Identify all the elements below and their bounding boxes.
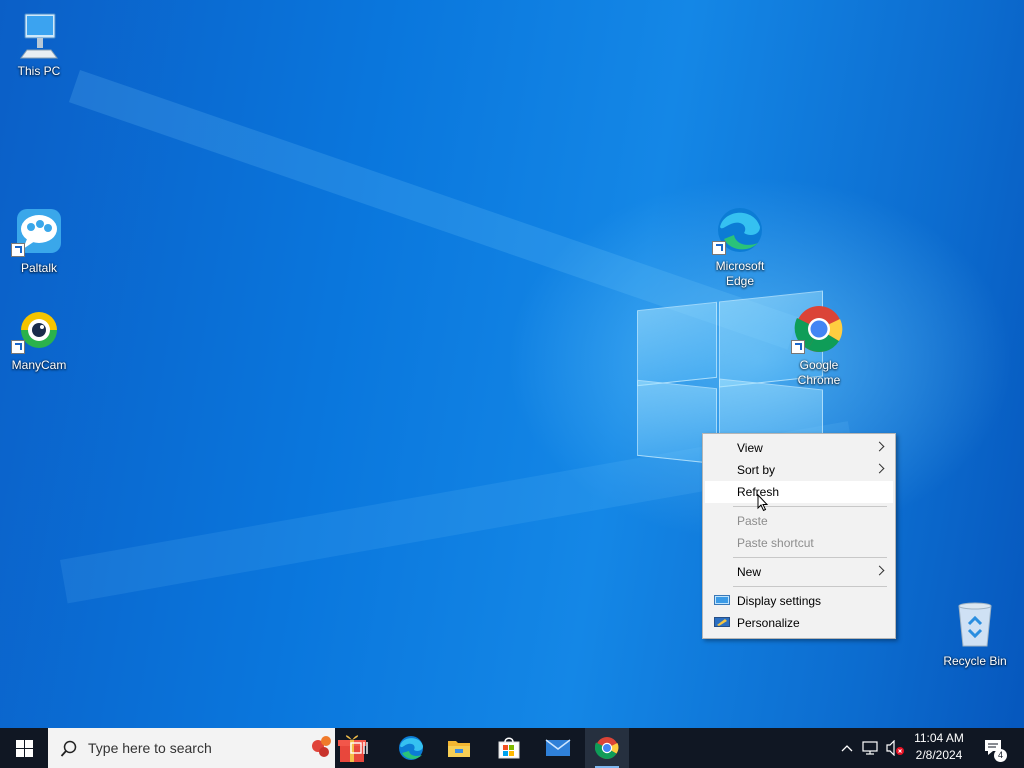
computer-icon xyxy=(13,10,65,62)
manycam-icon xyxy=(11,304,65,356)
desktop-icon-paltalk[interactable]: Paltalk xyxy=(1,207,77,276)
desktop[interactable]: This PC Paltalk ManyCam Microsoft Edge G… xyxy=(0,0,1024,728)
menu-item-label: New xyxy=(737,565,762,579)
search-placeholder: Type here to search xyxy=(88,740,212,756)
desktop-icon-label: ManyCam xyxy=(11,358,67,372)
clock-date: 2/8/2024 xyxy=(915,748,963,762)
paltalk-icon xyxy=(11,207,65,259)
menu-item-label: Personalize xyxy=(737,616,800,630)
desktop-icon-google-chrome[interactable]: Google Chrome xyxy=(781,304,857,388)
edge-icon xyxy=(712,205,766,257)
action-center-button[interactable]: 4 xyxy=(980,728,1008,768)
shortcut-arrow-icon xyxy=(712,241,726,255)
chevron-right-icon xyxy=(874,441,885,452)
search-icon xyxy=(60,740,77,757)
desktop-context-menu: View Sort by Refresh Paste Paste shortcu… xyxy=(702,433,896,639)
desktop-icon-label: Microsoft Edge xyxy=(715,259,765,288)
taskbar-app-edge[interactable] xyxy=(390,728,432,768)
menu-item-new[interactable]: New xyxy=(705,561,893,583)
task-view-button[interactable] xyxy=(340,728,380,768)
desktop-icon-this-pc[interactable]: This PC xyxy=(1,10,77,79)
notification-count-badge: 4 xyxy=(994,749,1007,762)
chevron-right-icon xyxy=(874,565,885,576)
menu-item-label: View xyxy=(737,441,763,455)
chrome-icon xyxy=(595,737,619,759)
menu-separator xyxy=(733,557,887,558)
chevron-up-icon xyxy=(841,745,853,752)
taskbar-app-store[interactable] xyxy=(488,728,530,768)
menu-item-sort-by[interactable]: Sort by xyxy=(705,459,893,481)
menu-item-label: Sort by xyxy=(737,463,776,477)
desktop-icon-microsoft-edge[interactable]: Microsoft Edge xyxy=(702,205,778,289)
show-hidden-icons-button[interactable] xyxy=(837,728,857,768)
menu-item-paste[interactable]: Paste xyxy=(705,510,893,532)
menu-item-personalize[interactable]: Personalize xyxy=(705,612,893,634)
desktop-icon-manycam[interactable]: ManyCam xyxy=(1,304,77,373)
desktop-icon-label: Recycle Bin xyxy=(943,654,1007,668)
mail-icon xyxy=(545,739,571,756)
desktop-icon-label: Google Chrome xyxy=(797,358,841,387)
taskbar-clock[interactable]: 11:04 AM 2/8/2024 xyxy=(902,730,976,764)
clock-time: 11:04 AM xyxy=(914,731,964,745)
network-status-button[interactable] xyxy=(860,728,882,768)
menu-item-display-settings[interactable]: Display settings xyxy=(705,590,893,612)
desktop-icon-label: This PC xyxy=(17,64,61,78)
windows-start-icon xyxy=(15,739,33,757)
edge-icon xyxy=(399,736,423,760)
menu-item-label: Paste shortcut xyxy=(737,536,814,550)
taskbar: Type here to search 11:04 AM 2/8/2024 4 xyxy=(0,728,1024,768)
menu-item-label: Paste xyxy=(737,514,768,528)
taskbar-search-box[interactable]: Type here to search xyxy=(48,728,366,768)
menu-item-refresh[interactable]: Refresh xyxy=(705,481,893,503)
personalize-icon xyxy=(714,617,730,627)
menu-item-paste-shortcut[interactable]: Paste shortcut xyxy=(705,532,893,554)
file-explorer-icon xyxy=(448,741,470,757)
mouse-cursor-icon xyxy=(757,494,769,512)
recycle-bin-icon xyxy=(949,600,1001,652)
display-settings-icon xyxy=(714,595,730,605)
menu-separator xyxy=(733,586,887,587)
taskbar-app-chrome[interactable] xyxy=(585,728,629,768)
menu-item-view[interactable]: View xyxy=(705,437,893,459)
task-view-icon xyxy=(350,742,368,754)
taskbar-app-mail[interactable] xyxy=(537,728,579,768)
network-icon xyxy=(862,741,878,755)
chrome-icon xyxy=(791,304,845,356)
desktop-icon-label: Paltalk xyxy=(20,261,58,275)
shortcut-arrow-icon xyxy=(791,340,805,354)
shortcut-arrow-icon xyxy=(11,340,25,354)
shortcut-arrow-icon xyxy=(11,243,25,257)
desktop-icon-recycle-bin[interactable]: Recycle Bin xyxy=(937,600,1013,669)
taskbar-app-file-explorer[interactable] xyxy=(438,728,480,768)
store-icon xyxy=(498,737,520,759)
menu-item-label: Display settings xyxy=(737,594,822,608)
chevron-right-icon xyxy=(874,463,885,474)
start-button[interactable] xyxy=(0,728,48,768)
